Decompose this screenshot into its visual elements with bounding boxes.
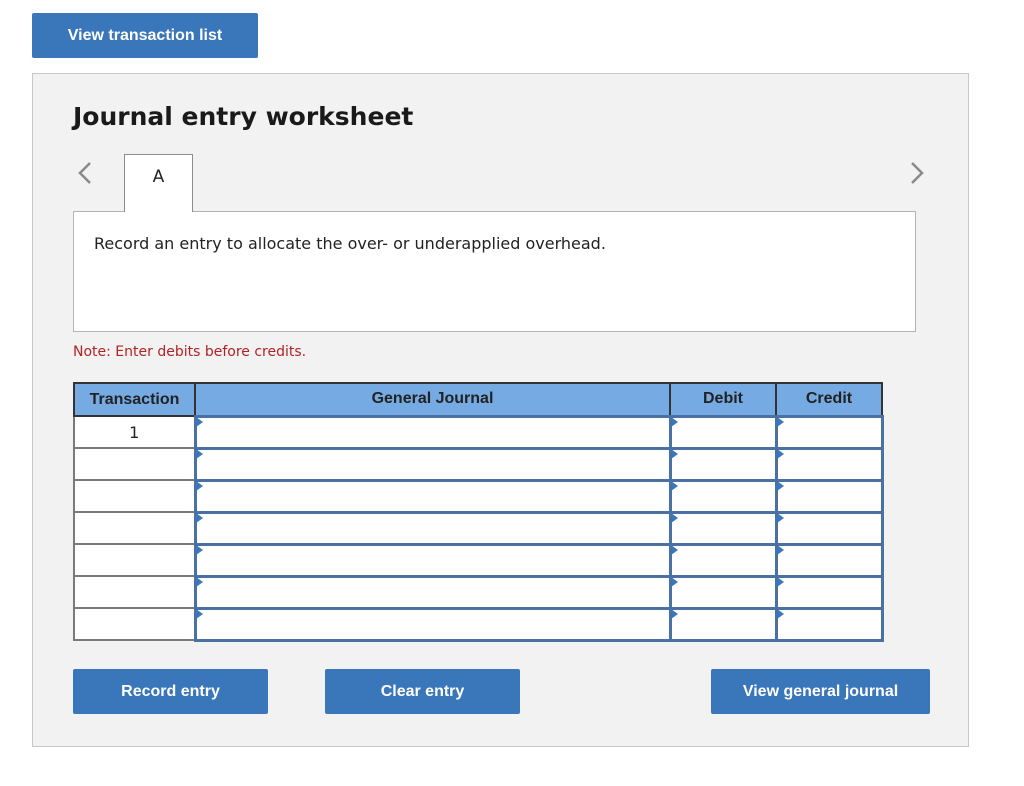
credit-input[interactable]: [777, 513, 881, 543]
credit-input[interactable]: [777, 481, 881, 511]
account-input[interactable]: [196, 449, 669, 479]
debit-input[interactable]: [671, 577, 775, 607]
transaction-cell: [73, 447, 196, 481]
dropdown-indicator-icon: [776, 416, 784, 427]
note-text: Note: Enter debits before credits.: [73, 344, 307, 360]
account-input[interactable]: [196, 577, 669, 607]
account-input-cell: [193, 606, 672, 642]
dropdown-indicator-icon: [670, 608, 678, 619]
header-debit: Debit: [669, 382, 777, 417]
table-row: [73, 606, 884, 642]
debit-input-cell: [668, 542, 778, 578]
table-header-row: Transaction General Journal Debit Credit: [73, 382, 883, 417]
credit-input[interactable]: [777, 577, 881, 607]
transaction-cell: [73, 543, 196, 577]
dropdown-indicator-icon: [776, 544, 784, 555]
view-transaction-list-button[interactable]: View transaction list: [32, 13, 258, 58]
account-input[interactable]: [196, 481, 669, 511]
dropdown-indicator-icon: [195, 480, 203, 491]
credit-input[interactable]: [777, 417, 881, 447]
debit-input[interactable]: [671, 513, 775, 543]
credit-input-cell: [774, 446, 884, 482]
chevron-left-icon: [78, 162, 91, 184]
next-tab-button[interactable]: [905, 158, 929, 188]
dropdown-indicator-icon: [670, 512, 678, 523]
transaction-cell: 1: [73, 415, 196, 449]
chevron-right-icon: [911, 162, 924, 184]
dropdown-indicator-icon: [195, 416, 203, 427]
account-input[interactable]: [196, 545, 669, 575]
header-credit: Credit: [775, 382, 883, 417]
debit-input-cell: [668, 606, 778, 642]
debit-input-cell: [668, 414, 778, 450]
account-input-cell: [193, 414, 672, 450]
credit-input-cell: [774, 414, 884, 450]
view-general-journal-button[interactable]: View general journal: [711, 669, 930, 714]
transaction-cell: [73, 511, 196, 545]
account-input[interactable]: [196, 513, 669, 543]
dropdown-indicator-icon: [670, 416, 678, 427]
dropdown-indicator-icon: [670, 544, 678, 555]
debit-input-cell: [668, 446, 778, 482]
transaction-cell: [73, 479, 196, 513]
debit-input[interactable]: [671, 449, 775, 479]
credit-input-cell: [774, 510, 884, 546]
account-input[interactable]: [196, 609, 669, 639]
dropdown-indicator-icon: [670, 448, 678, 459]
credit-input-cell: [774, 542, 884, 578]
dropdown-indicator-icon: [670, 576, 678, 587]
dropdown-indicator-icon: [776, 608, 784, 619]
dropdown-indicator-icon: [195, 512, 203, 523]
table-row: 1: [73, 414, 884, 450]
table-row: [73, 446, 884, 482]
journal-table: Transaction General Journal Debit Credit…: [73, 382, 884, 642]
tab-a[interactable]: A: [124, 154, 193, 212]
debit-input[interactable]: [671, 417, 775, 447]
debit-input[interactable]: [671, 481, 775, 511]
clear-entry-button[interactable]: Clear entry: [325, 669, 520, 714]
dropdown-indicator-icon: [195, 448, 203, 459]
dropdown-indicator-icon: [776, 512, 784, 523]
credit-input[interactable]: [777, 545, 881, 575]
worksheet-title: Journal entry worksheet: [73, 102, 414, 131]
account-input-cell: [193, 542, 672, 578]
account-input-cell: [193, 478, 672, 514]
dropdown-indicator-icon: [776, 448, 784, 459]
dropdown-indicator-icon: [776, 576, 784, 587]
credit-input-cell: [774, 574, 884, 610]
credit-input[interactable]: [777, 609, 881, 639]
debit-input-cell: [668, 478, 778, 514]
dropdown-indicator-icon: [670, 480, 678, 491]
debit-input[interactable]: [671, 609, 775, 639]
account-input-cell: [193, 510, 672, 546]
table-row: [73, 478, 884, 514]
debit-input[interactable]: [671, 545, 775, 575]
transaction-cell: [73, 607, 196, 641]
record-entry-button[interactable]: Record entry: [73, 669, 268, 714]
dropdown-indicator-icon: [195, 544, 203, 555]
dropdown-indicator-icon: [776, 480, 784, 491]
credit-input-cell: [774, 606, 884, 642]
table-row: [73, 510, 884, 546]
account-input-cell: [193, 446, 672, 482]
journal-entry-worksheet-panel: Journal entry worksheet A Record an entr…: [32, 73, 969, 747]
dropdown-indicator-icon: [195, 576, 203, 587]
credit-input[interactable]: [777, 449, 881, 479]
header-transaction: Transaction: [73, 382, 196, 417]
debit-input-cell: [668, 510, 778, 546]
header-general-journal: General Journal: [194, 382, 671, 417]
debit-input-cell: [668, 574, 778, 610]
transaction-cell: [73, 575, 196, 609]
entry-description-box: Record an entry to allocate the over- or…: [73, 211, 916, 332]
table-row: [73, 542, 884, 578]
table-row: [73, 574, 884, 610]
entry-description: Record an entry to allocate the over- or…: [94, 234, 606, 253]
previous-tab-button[interactable]: [73, 158, 97, 188]
dropdown-indicator-icon: [195, 608, 203, 619]
credit-input-cell: [774, 478, 884, 514]
account-input-cell: [193, 574, 672, 610]
account-input[interactable]: [196, 417, 669, 447]
